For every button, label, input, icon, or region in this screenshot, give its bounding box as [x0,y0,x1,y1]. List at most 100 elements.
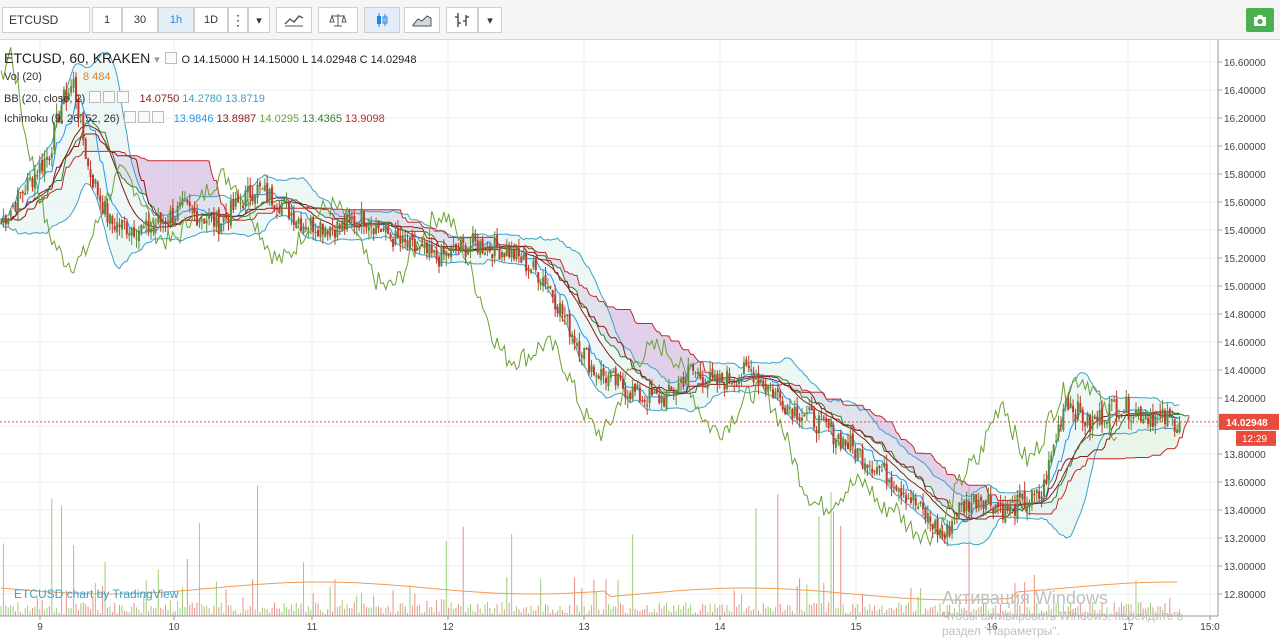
volume-bar [516,606,517,616]
price-tick-label: 15.60000 [1224,198,1266,209]
volume-bar [269,613,270,616]
price-tick-label: 15.00000 [1224,282,1266,293]
volume-bar [702,604,703,616]
bars-style-icon[interactable] [446,7,478,33]
ichimoku-legend-label: Ichimoku (9, 26, 52, 26) [4,113,120,125]
close-icon[interactable] [152,111,164,123]
volume-bar [518,609,519,616]
interval-1m-button[interactable]: 1 [92,7,122,33]
legend-symbol-title: ETCUSD, 60, KRAKEN [4,50,150,66]
volume-bar [879,609,880,616]
volume-bar [797,586,798,616]
bb-upper-value: 14.2780 [182,93,222,105]
volume-bar [901,605,902,616]
compare-scale-icon[interactable] [318,7,358,33]
volume-bar [862,594,863,616]
volume-bar [3,543,4,616]
volume-bar [436,600,437,616]
volume-bar [126,611,127,616]
volume-bar [8,607,9,616]
volume-bar [262,607,263,616]
volume-bar [180,608,181,616]
eye-icon[interactable] [138,111,150,123]
price-tick-label: 14.60000 [1224,338,1266,349]
volume-bar [235,610,236,616]
candle [496,228,498,250]
legend-dropdown-icon[interactable]: ▾ [154,54,160,66]
volume-bar [364,604,365,616]
more-intervals-icon[interactable]: ⋮ [228,7,248,33]
volume-bar [610,609,611,616]
volume-bar [828,602,829,616]
volume-bar [724,612,725,616]
volume-bar [886,610,887,616]
volume-bar [913,612,914,616]
volume-bar [39,609,40,616]
volume-bar [303,562,304,616]
candle [1140,406,1142,424]
volume-bar [136,607,137,616]
tradingview-attribution-link[interactable]: ETCUSD chart by TradingView [14,587,179,601]
volume-bar [472,611,473,616]
price-tick-label: 13.00000 [1224,562,1266,573]
price-tick-label: 13.40000 [1224,506,1266,517]
volume-bar [710,604,711,616]
volume-bar [475,612,476,616]
volume-bar [298,609,299,616]
time-tick-label: 12 [442,622,454,633]
volume-bar [654,609,655,616]
volume-bar [426,601,427,616]
volume-bar [937,612,938,616]
volume-bar [511,534,512,616]
volume-bar [366,607,367,616]
volume-bar [424,612,425,616]
volume-bar [27,605,28,616]
time-tick-label: 13 [578,622,590,633]
volume-bar [221,603,222,616]
interval-dropdown-icon[interactable]: ▾ [248,7,270,33]
close-icon[interactable] [117,91,129,103]
last-price-label: 14.02948 [1226,418,1268,429]
settings-icon[interactable] [89,91,101,103]
volume-bar [712,612,713,616]
chart-style-dropdown-icon[interactable]: ▾ [478,7,502,33]
indicators-icon[interactable] [276,7,312,33]
chart-area[interactable]: 16.6000016.4000016.2000016.0000015.80000… [0,40,1280,638]
price-tick-label: 15.20000 [1224,254,1266,265]
camera-snapshot-icon[interactable] [1246,8,1274,32]
volume-bar [177,602,178,616]
volume-bar [838,607,839,616]
volume-bar [615,607,616,616]
volume-bar [741,594,742,616]
settings-icon[interactable] [124,111,136,123]
volume-bar [68,608,69,616]
price-chart[interactable]: 16.6000016.4000016.2000016.0000015.80000… [0,40,1280,638]
interval-1d-button[interactable]: 1D [194,7,228,33]
volume-bar [683,606,684,616]
volume-bar [509,603,510,616]
volume-bar [385,608,386,616]
volume-bar [618,580,619,616]
volume-bar [334,579,335,616]
volume-bar [768,606,769,616]
volume-bar [228,605,229,616]
volume-bar [872,610,873,616]
eye-icon[interactable] [103,91,115,103]
interval-1h-button[interactable]: 1h [158,7,194,33]
volume-bar [378,606,379,616]
symbol-search-input[interactable]: ETCUSD [2,7,90,33]
candle [743,357,745,376]
volume-bar [852,604,853,616]
candles-style-icon[interactable] [364,7,400,33]
volume-bar [758,611,759,616]
volume-bar [134,603,135,616]
eye-icon[interactable] [165,52,177,64]
volume-bar [402,603,403,616]
interval-30m-button[interactable]: 30 [122,7,158,33]
volume-bar [286,607,287,616]
area-chart-icon[interactable] [404,7,440,33]
volume-bar [925,608,926,616]
volume-bar [167,610,168,616]
volume-bar [816,604,817,616]
volume-bar [184,607,185,616]
